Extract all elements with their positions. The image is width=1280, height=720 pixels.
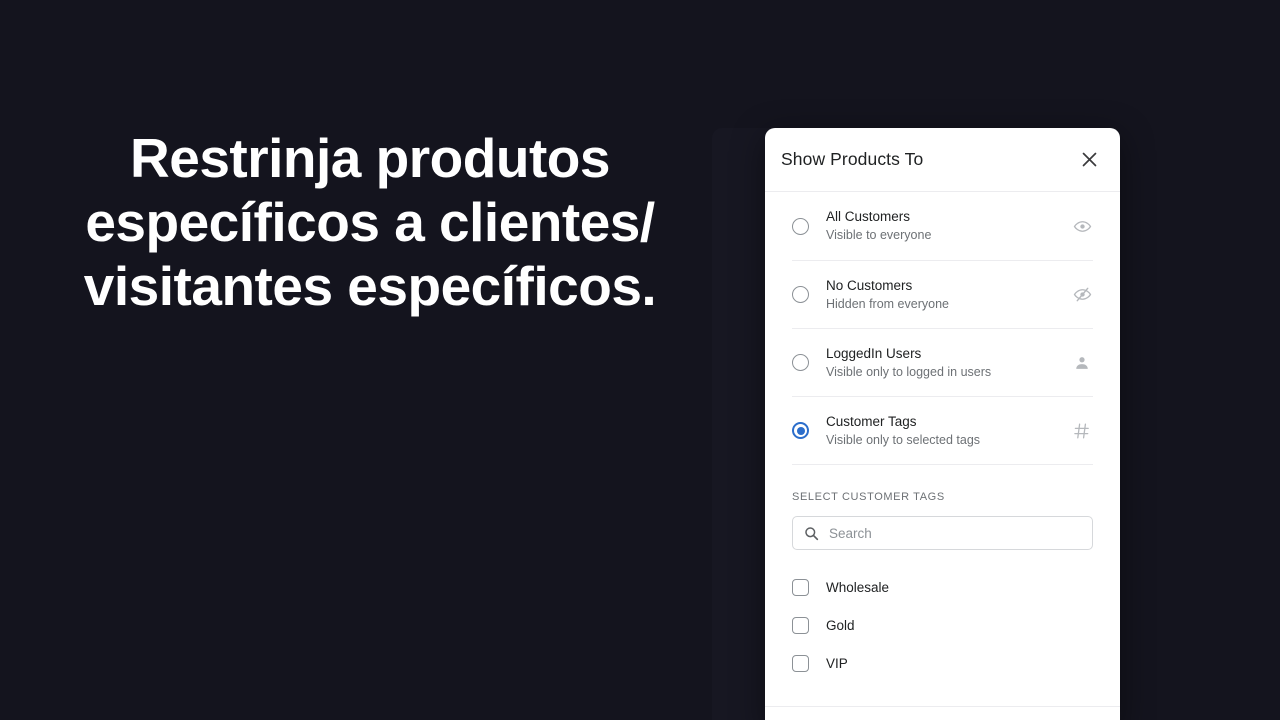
- section-label: SELECT CUSTOMER TAGS: [792, 491, 945, 503]
- hashtag-icon: [1071, 420, 1093, 442]
- radio-loggedin-users[interactable]: [792, 354, 809, 371]
- option-no-customers[interactable]: No Customers Hidden from everyone: [792, 260, 1093, 328]
- option-customer-tags[interactable]: Customer Tags Visible only to selected t…: [792, 396, 1093, 464]
- close-icon[interactable]: [1074, 145, 1104, 175]
- option-text: No Customers Hidden from everyone: [826, 277, 1071, 313]
- tag-label: Gold: [826, 617, 855, 633]
- eye-icon: [1071, 215, 1093, 237]
- page-headline: Restrinja produtos específicos a cliente…: [83, 127, 657, 317]
- option-label: LoggedIn Users: [826, 345, 922, 361]
- tag-list: Wholesale Gold VIP: [792, 568, 1093, 682]
- option-label: Customer Tags: [826, 413, 917, 429]
- option-loggedin-users[interactable]: LoggedIn Users Visible only to logged in…: [792, 328, 1093, 396]
- option-description: Visible only to logged in users: [826, 364, 992, 379]
- tag-row-gold[interactable]: Gold: [792, 606, 1093, 644]
- option-text: Customer Tags Visible only to selected t…: [826, 413, 1071, 449]
- search-icon: [804, 526, 819, 541]
- modal-body: All Customers Visible to everyone No Cus…: [765, 192, 1120, 682]
- show-products-to-modal: Show Products To All Customers Visible t…: [765, 128, 1120, 720]
- radio-customer-tags[interactable]: [792, 422, 809, 439]
- tag-label: VIP: [826, 655, 848, 671]
- option-description: Visible only to selected tags: [826, 432, 981, 447]
- tag-search-field[interactable]: [792, 516, 1093, 550]
- tag-label: Wholesale: [826, 579, 890, 595]
- checkbox-wholesale[interactable]: [792, 578, 809, 596]
- tag-row-vip[interactable]: VIP: [792, 644, 1093, 682]
- checkbox-gold[interactable]: [792, 616, 809, 634]
- person-icon: [1071, 352, 1093, 374]
- option-label: No Customers: [826, 277, 913, 293]
- radio-all-customers[interactable]: [792, 217, 809, 235]
- modal-footer: [765, 707, 1120, 720]
- screen: Restrinja produtos específicos a cliente…: [0, 0, 1280, 720]
- visibility-option-list: All Customers Visible to everyone No Cus…: [792, 192, 1093, 465]
- option-all-customers[interactable]: All Customers Visible to everyone: [792, 192, 1093, 260]
- checkbox-vip[interactable]: [792, 654, 809, 672]
- modal-title: Show Products To: [781, 149, 924, 169]
- select-customer-tags-section: SELECT CUSTOMER TAGS Wholesale: [765, 465, 1120, 682]
- eye-off-icon: [1071, 284, 1093, 306]
- option-label: All Customers: [826, 209, 911, 224]
- modal-header: Show Products To: [765, 128, 1120, 192]
- radio-no-customers[interactable]: [792, 286, 809, 303]
- option-text: LoggedIn Users Visible only to logged in…: [826, 345, 1071, 381]
- search-input[interactable]: [829, 525, 1081, 541]
- tag-row-wholesale[interactable]: Wholesale: [792, 568, 1093, 606]
- option-text: All Customers Visible to everyone: [826, 208, 1071, 244]
- option-description: Visible to everyone: [826, 228, 932, 242]
- option-description: Hidden from everyone: [826, 296, 949, 311]
